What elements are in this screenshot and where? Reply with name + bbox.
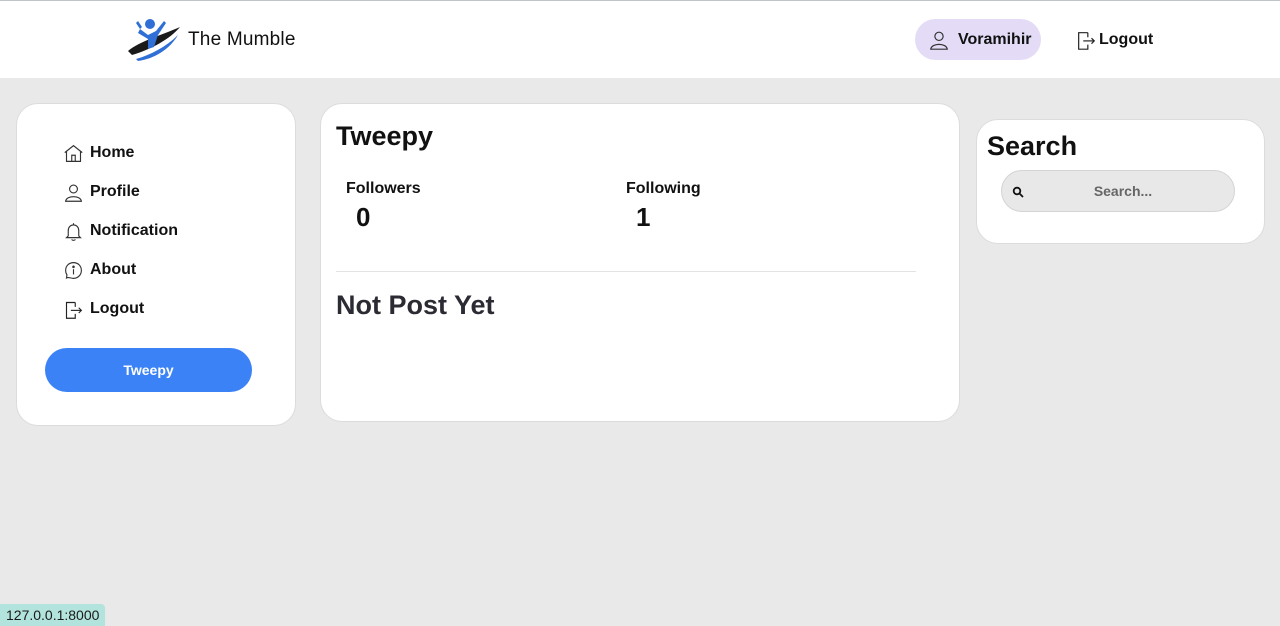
brand-name: The Mumble xyxy=(188,29,296,50)
logout-icon xyxy=(1078,32,1096,50)
mumble-logo-icon xyxy=(128,19,180,61)
sidebar-card: Home Profile Notification About Logout T… xyxy=(16,103,296,426)
sidebar-item-label: Notification xyxy=(90,222,178,239)
sidebar-nav: Home Profile Notification About Logout xyxy=(63,142,178,337)
info-icon xyxy=(65,261,82,279)
header-logout-label: Logout xyxy=(1099,31,1154,48)
sidebar-item-home[interactable]: Home xyxy=(63,142,178,164)
sidebar-item-profile[interactable]: Profile xyxy=(63,181,178,203)
search-icon xyxy=(1012,186,1024,198)
sidebar-item-label: Home xyxy=(90,144,135,161)
followers-count: 0 xyxy=(356,202,371,232)
sidebar-item-label: Logout xyxy=(90,300,145,317)
username-label: Voramihir xyxy=(958,30,1032,48)
following-stat[interactable]: Following 1 xyxy=(626,180,701,233)
divider xyxy=(336,271,916,272)
following-label: Following xyxy=(626,180,701,197)
sidebar-item-about[interactable]: About xyxy=(63,259,178,281)
user-icon xyxy=(64,183,83,202)
tweepy-button[interactable]: Tweepy xyxy=(45,348,252,392)
search-box xyxy=(1001,170,1235,212)
brand-link[interactable]: The Mumble xyxy=(126,15,296,65)
sidebar-item-label: About xyxy=(90,261,137,278)
page-title: Tweepy xyxy=(336,121,434,151)
status-bar-url: 127.0.0.1:8000 xyxy=(0,604,106,626)
followers-label: Followers xyxy=(346,180,421,197)
logout-icon xyxy=(65,301,83,319)
profile-card: Tweepy Followers 0 Following 1 Not Post … xyxy=(320,103,960,422)
empty-posts-message: Not Post Yet xyxy=(336,290,495,320)
search-card: Search xyxy=(976,119,1265,244)
followers-stat[interactable]: Followers 0 xyxy=(346,180,421,233)
search-input[interactable] xyxy=(1002,171,1234,211)
following-count: 1 xyxy=(636,202,651,232)
bell-icon xyxy=(65,222,82,241)
top-navbar: The Mumble Voramihir Logout xyxy=(0,0,1280,78)
sidebar-item-label: Profile xyxy=(90,183,140,200)
header-logout-link[interactable]: Logout xyxy=(1075,29,1153,51)
user-profile-button[interactable]: Voramihir xyxy=(915,19,1041,60)
sidebar-item-notification[interactable]: Notification xyxy=(63,220,178,242)
sidebar-item-logout[interactable]: Logout xyxy=(63,298,178,320)
search-title: Search xyxy=(987,131,1078,161)
user-icon xyxy=(930,31,948,50)
home-icon xyxy=(64,144,83,162)
